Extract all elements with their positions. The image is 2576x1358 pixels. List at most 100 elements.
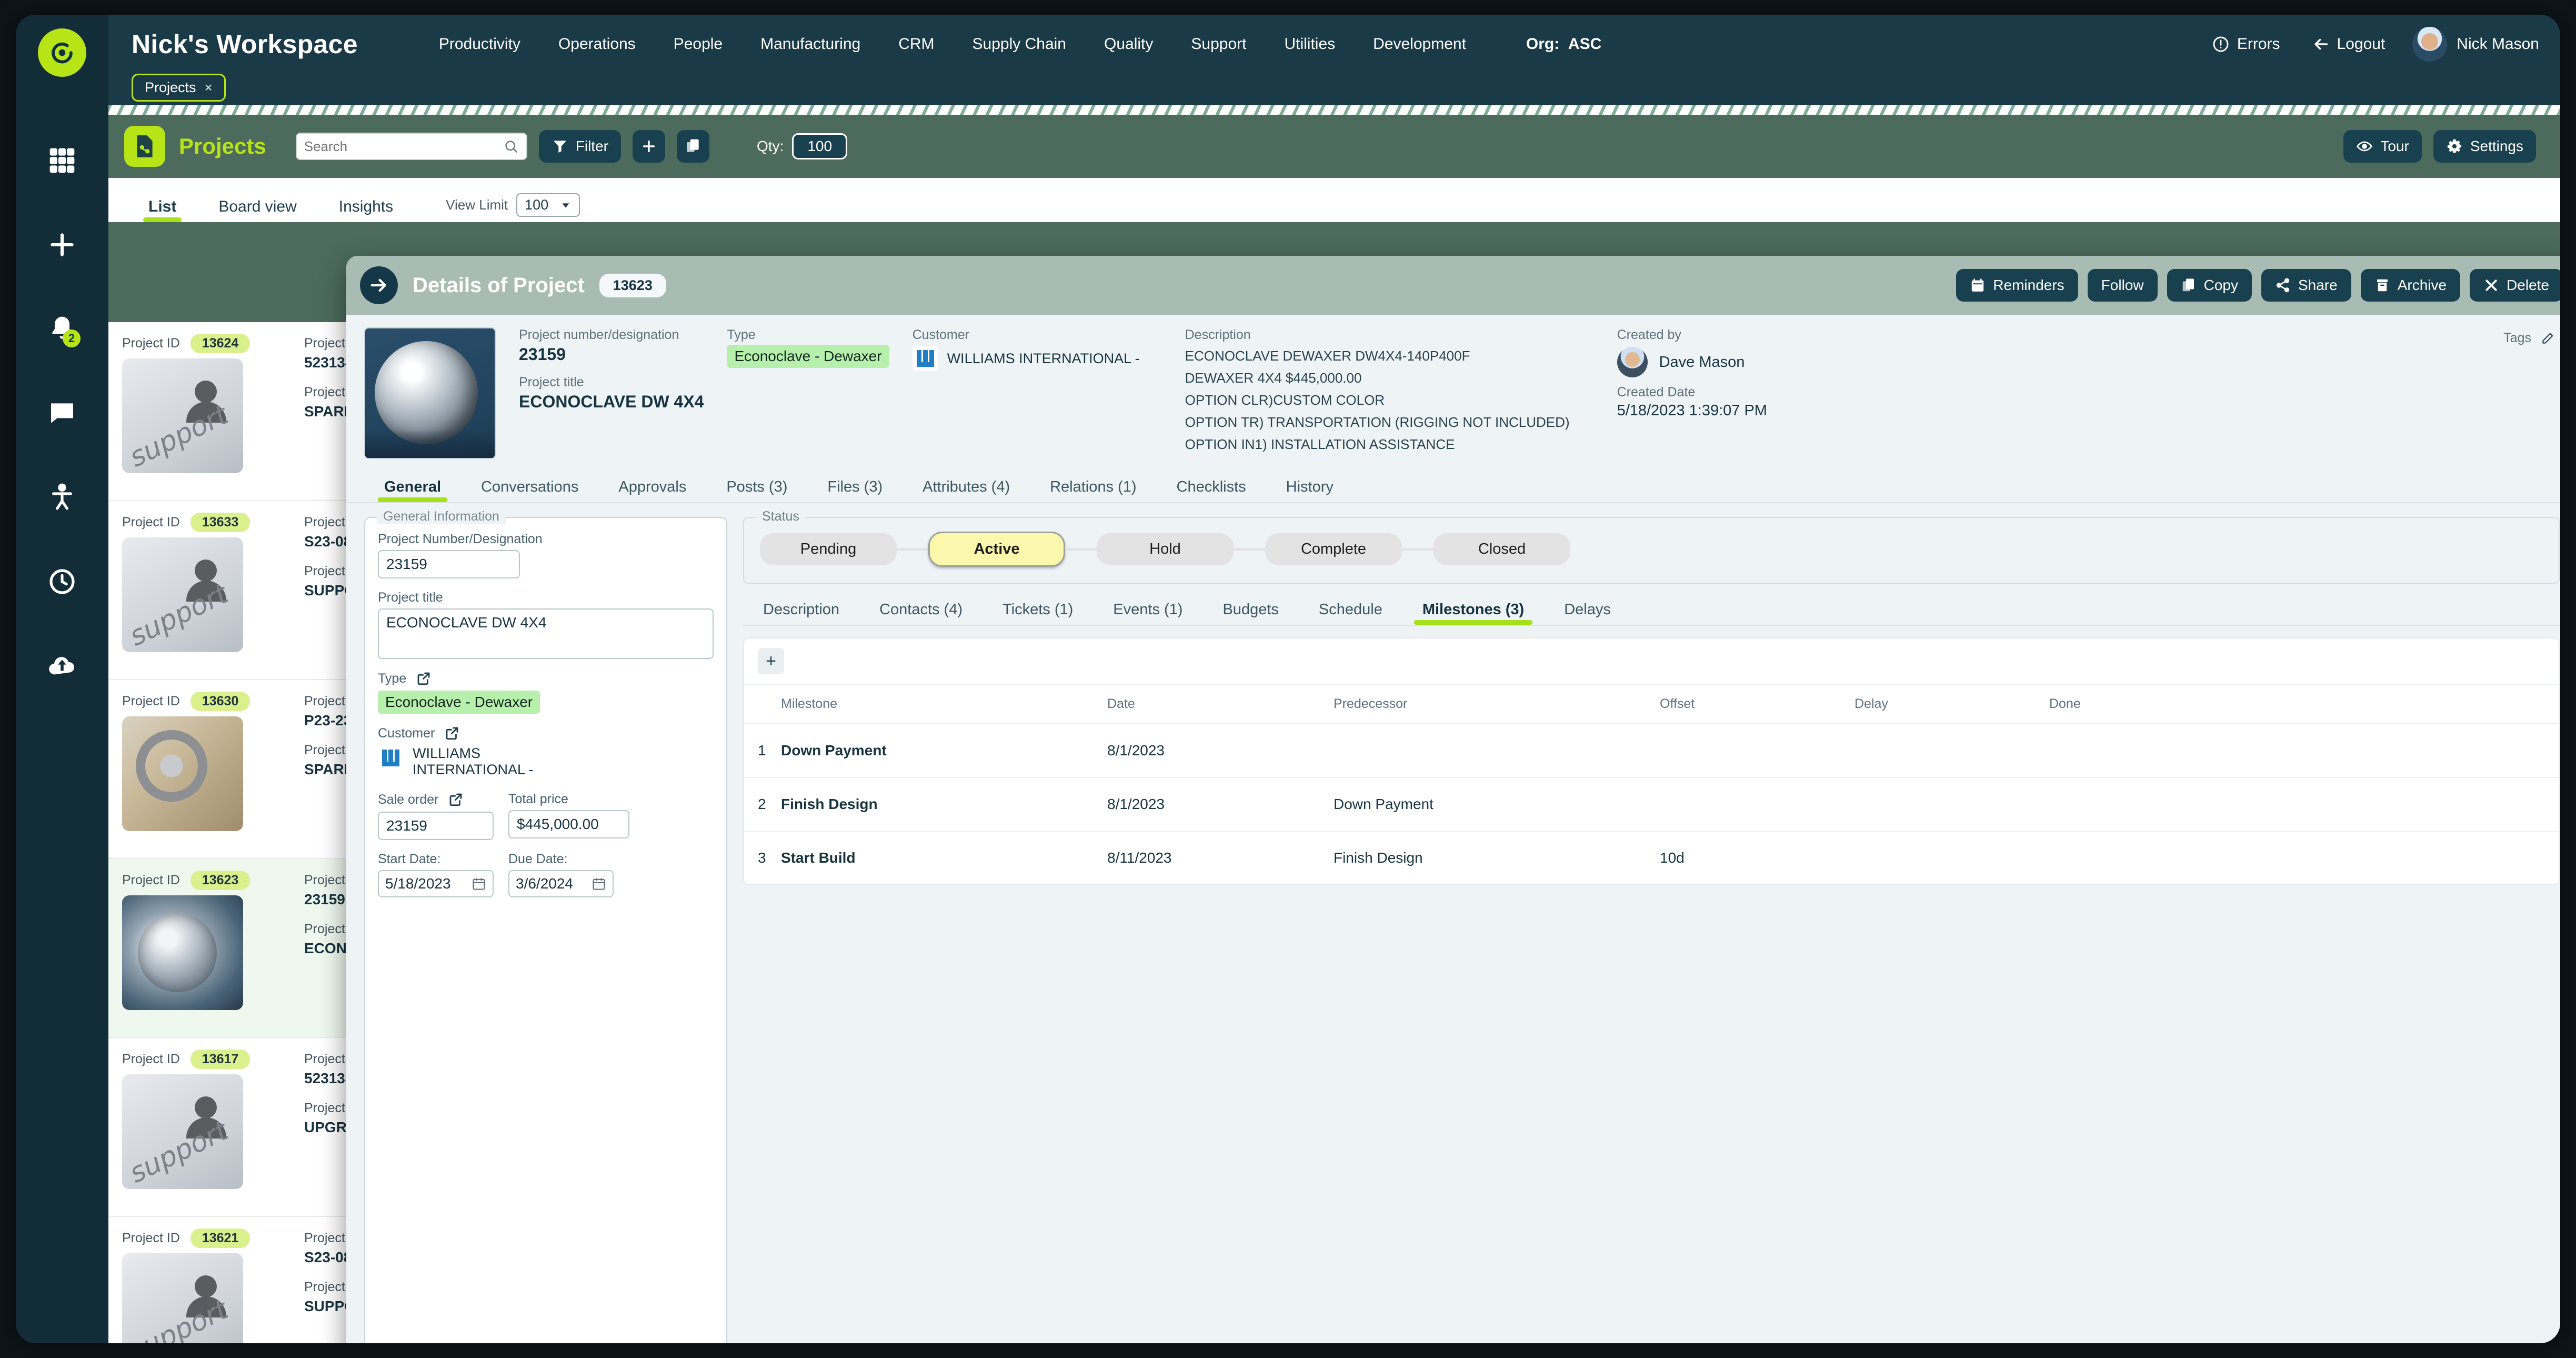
start-date-input[interactable]: 5/18/2023 — [378, 870, 494, 897]
table-row[interactable]: 1 Down Payment 8/1/2023 — [744, 723, 2559, 777]
tab-files[interactable]: Files (3) — [807, 478, 903, 502]
sale-order-input[interactable]: 23159 — [378, 812, 494, 840]
tags-control[interactable]: Tags — [2503, 331, 2554, 346]
cloud-upload-icon[interactable] — [33, 635, 91, 697]
description-line: OPTION CLR)CUSTOM COLOR — [1185, 392, 1385, 408]
project-number-value: 23159 — [519, 345, 566, 364]
subtab-delays[interactable]: Delays — [1544, 601, 1631, 625]
tab-insights[interactable]: Insights — [318, 198, 414, 222]
tour-button[interactable]: Tour — [2343, 130, 2422, 163]
reminders-label: Reminders — [1993, 277, 2064, 293]
status-step-pending[interactable]: Pending — [760, 533, 897, 565]
nav-item-crm[interactable]: CRM — [879, 30, 953, 58]
subtab-description[interactable]: Description — [743, 601, 859, 625]
archive-icon — [2377, 279, 2388, 292]
chat-icon[interactable] — [33, 382, 91, 444]
clock-icon[interactable] — [33, 551, 91, 613]
status-step-closed[interactable]: Closed — [1434, 533, 1570, 565]
project-thumbnail: support — [122, 1253, 243, 1343]
bell-icon[interactable]: 2 — [33, 298, 91, 360]
table-row[interactable]: 2 Finish Design 8/1/2023 Down Payment — [744, 777, 2559, 831]
tab-conversations[interactable]: Conversations — [461, 478, 598, 502]
customer-line-2: INTERNATIONAL - — [413, 762, 534, 777]
errors-button[interactable]: Errors — [2196, 30, 2296, 58]
customer-label: Customer — [912, 327, 969, 342]
back-arrow-icon[interactable] — [360, 266, 398, 304]
due-date-input[interactable]: 3/6/2024 — [508, 870, 614, 897]
nav-item-productivity[interactable]: Productivity — [420, 30, 539, 58]
tags-label: Tags — [2503, 331, 2531, 345]
logout-button[interactable]: Logout — [2296, 30, 2401, 58]
status-step-active[interactable]: Active — [928, 532, 1065, 567]
search-input[interactable] — [304, 138, 503, 155]
qty-value[interactable]: 100 — [792, 133, 848, 159]
tab-attributes[interactable]: Attributes (4) — [903, 478, 1030, 502]
share-button[interactable]: Share — [2261, 269, 2351, 302]
pipeline-connector — [1402, 548, 1434, 551]
workspace-brand: Nick's Workspace — [132, 29, 358, 59]
archive-button[interactable]: Archive — [2360, 269, 2461, 302]
nav-item-manufacturing[interactable]: Manufacturing — [741, 30, 879, 58]
add-project-button[interactable] — [632, 130, 665, 163]
tab-relations[interactable]: Relations (1) — [1030, 478, 1156, 502]
status-step-hold[interactable]: Hold — [1097, 533, 1234, 565]
plus-icon[interactable] — [33, 214, 91, 276]
reminders-button[interactable]: Reminders — [1956, 269, 2078, 302]
user-avatar[interactable] — [2412, 27, 2448, 62]
tab-general[interactable]: General — [364, 478, 461, 502]
nav-item-development[interactable]: Development — [1354, 30, 1485, 58]
tab-board-view[interactable]: Board view — [197, 198, 317, 222]
subtab-contacts[interactable]: Contacts (4) — [859, 601, 983, 625]
settings-button[interactable]: Settings — [2433, 130, 2536, 163]
duplicate-button[interactable] — [676, 130, 709, 163]
nav-item-supply-chain[interactable]: Supply Chain — [954, 30, 1085, 58]
subtab-schedule[interactable]: Schedule — [1299, 601, 1402, 625]
window-tab-projects[interactable]: Projects × — [132, 74, 226, 102]
copy-button[interactable]: Copy — [2167, 269, 2252, 302]
subtab-milestones[interactable]: Milestones (3) — [1402, 601, 1544, 625]
external-link-icon — [449, 793, 462, 806]
project-number-label: Project number/designation — [519, 327, 679, 342]
delete-button[interactable]: Delete — [2470, 269, 2560, 302]
subtab-tickets[interactable]: Tickets (1) — [983, 601, 1093, 625]
org-label: Org: — [1526, 35, 1560, 53]
tab-checklists[interactable]: Checklists — [1157, 478, 1266, 502]
nav-item-utilities[interactable]: Utilities — [1265, 30, 1354, 58]
project-id-label: Project ID — [122, 873, 180, 887]
nav-item-people[interactable]: People — [655, 30, 741, 58]
type-label: Type — [727, 327, 756, 342]
form-customer-label: Customer — [378, 725, 435, 741]
follow-button[interactable]: Follow — [2087, 269, 2158, 302]
search-box[interactable] — [295, 133, 527, 160]
filter-button[interactable]: Filter — [538, 130, 621, 163]
table-row[interactable]: 3 Start Build 8/11/2023 Finish Design 10… — [744, 831, 2559, 884]
view-limit-value: 100 — [525, 197, 549, 213]
tab-history[interactable]: History — [1266, 478, 1354, 502]
total-price-input[interactable]: $445,000.00 — [508, 810, 629, 838]
project-title-input[interactable]: ECONOCLAVE DW 4X4 — [378, 608, 714, 659]
status-step-complete[interactable]: Complete — [1265, 533, 1402, 565]
card-id-row: Project ID 13624 — [122, 334, 290, 353]
project-number-input[interactable]: 23159 — [378, 550, 520, 578]
created-date-value: 5/18/2023 1:39:07 PM — [1617, 402, 1767, 419]
tab-approvals[interactable]: Approvals — [598, 478, 706, 502]
form-type-chip[interactable]: Econoclave - Dewaxer — [378, 691, 540, 714]
pipeline-connector — [1234, 548, 1265, 551]
nav-item-operations[interactable]: Operations — [539, 30, 655, 58]
activity-icon[interactable] — [33, 466, 91, 528]
view-limit-select[interactable]: 100 — [516, 193, 580, 217]
row-done — [2049, 723, 2559, 777]
app-logo-icon[interactable] — [38, 28, 86, 77]
general-information-form: General Information Project Number/Desig… — [364, 509, 727, 1343]
subtab-budgets[interactable]: Budgets — [1202, 601, 1298, 625]
nav-item-quality[interactable]: Quality — [1085, 30, 1172, 58]
nav-item-support[interactable]: Support — [1172, 30, 1265, 58]
close-icon[interactable]: × — [205, 79, 213, 96]
apps-grid-icon[interactable] — [33, 129, 91, 192]
tab-list[interactable]: List — [127, 198, 197, 222]
subtab-events[interactable]: Events (1) — [1093, 601, 1202, 625]
tab-posts[interactable]: Posts (3) — [706, 478, 807, 502]
card-left: Project ID 13623 — [122, 871, 290, 1025]
card-left: Project ID 13624 support — [122, 334, 290, 488]
add-milestone-button[interactable]: + — [758, 648, 784, 674]
